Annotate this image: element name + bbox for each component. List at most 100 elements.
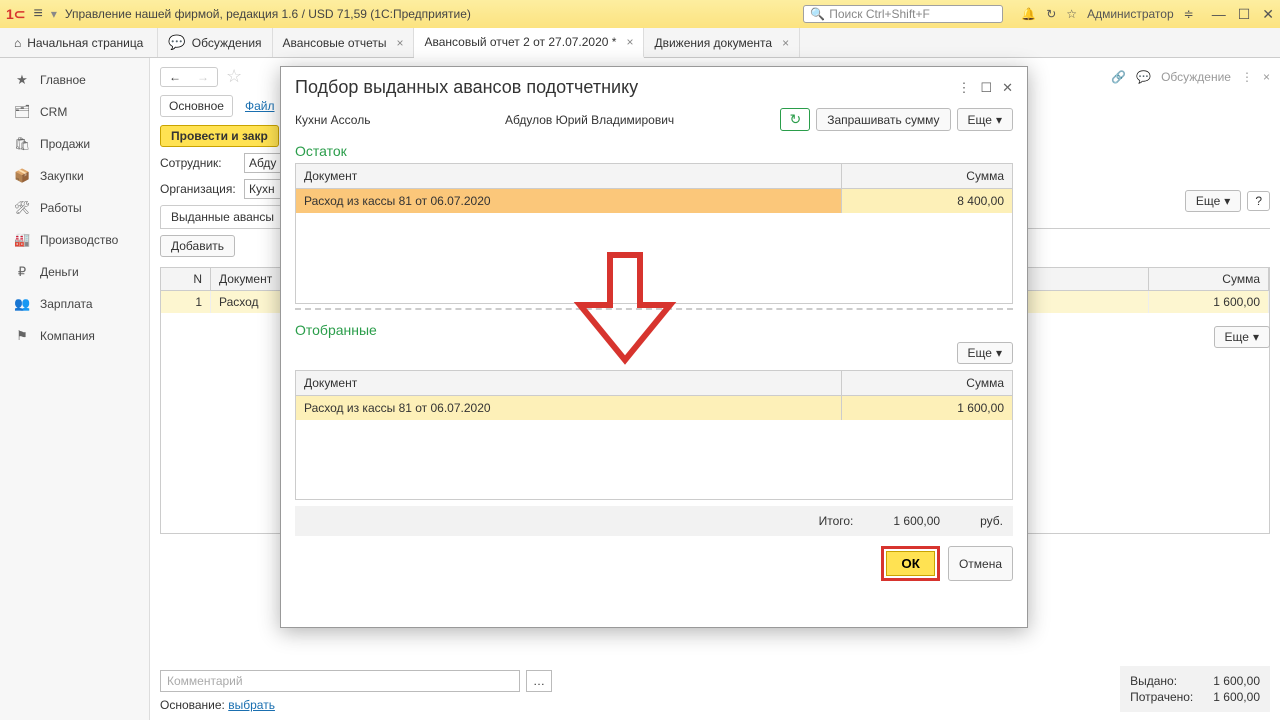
home-icon: ⌂ [14,36,21,50]
tab-advance-report-2[interactable]: Авансовый отчет 2 от 27.07.2020 * × [414,28,644,58]
more-label: Еще [968,113,992,127]
org-label: Организация: [160,182,238,196]
cell-sum: 8 400,00 [842,189,1012,213]
forward-icon[interactable]: → [189,68,217,86]
history-icon[interactable]: ↻ [1046,7,1056,21]
dropdown-icon[interactable]: ▾ [51,7,57,21]
link-icon[interactable]: 🔗 [1111,70,1126,84]
col-doc: Документ [296,371,842,395]
user-label[interactable]: Администратор [1087,7,1174,21]
tabstrip: ⌂ Начальная страница 💬 Обсуждения Авансо… [0,28,1280,58]
modal-select-advances: Подбор выданных авансов подотчетнику ⋮ ☐… [280,66,1028,628]
menu-icon[interactable]: ≡ [34,5,43,23]
close-icon[interactable]: ✕ [1262,6,1274,23]
tab-discussions[interactable]: 💬 Обсуждения [158,28,272,57]
global-search[interactable]: 🔍 Поиск Ctrl+Shift+F [803,5,1003,23]
star-icon[interactable]: ☆ [1066,7,1077,21]
search-icon: 🔍 [810,7,825,21]
help-button[interactable]: ? [1247,191,1270,211]
tab-doc-movements[interactable]: Движения документа × [644,28,800,57]
tab-advance-reports[interactable]: Авансовые отчеты × [273,28,415,57]
subtab-advances[interactable]: Выданные авансы [160,205,285,228]
tab-label: Обсуждения [192,36,262,50]
issued-label: Выдано: [1130,674,1177,688]
favorite-icon[interactable]: ☆ [226,66,242,87]
comment-more-button[interactable]: … [526,670,552,692]
more-button[interactable]: Еще ▾ [957,342,1013,364]
more-label: Еще [968,346,992,360]
sidebar-label: Деньги [40,265,79,279]
sidebar-item-works[interactable]: 🛠Работы [0,192,149,224]
maximize-icon[interactable]: ☐ [1238,6,1251,23]
tab-label: Авансовый отчет 2 от 27.07.2020 * [424,35,616,49]
sidebar-item-salary[interactable]: 👥Зарплата [0,288,149,320]
add-button[interactable]: Добавить [160,235,235,257]
sidebar-label: Компания [40,329,95,343]
basis-label: Основание: [160,698,225,712]
bell-icon[interactable]: 🔔 [1021,7,1036,21]
sidebar-item-main[interactable]: ★Главное [0,64,149,96]
ok-button[interactable]: ОК [886,551,935,576]
col-doc: Документ [296,164,842,188]
search-placeholder: Поиск Ctrl+Shift+F [829,7,930,21]
tab-close-icon[interactable]: × [782,36,789,50]
app-logo: 1⊂ [6,6,26,23]
employee-label: Сотрудник: [160,156,238,170]
more-button[interactable]: Еще ▾ [1214,326,1270,348]
tab-home-label: Начальная страница [27,36,143,50]
cell-sum: 1 600,00 [842,396,1012,420]
crm-icon: 🗂 [14,104,30,120]
request-sum-button[interactable]: Запрашивать сумму [816,108,950,131]
sidebar-label: Зарплата [40,297,93,311]
close-icon[interactable]: ✕ [1002,80,1013,96]
cell-doc: Расход из кассы 81 от 06.07.2020 [296,396,842,420]
more-button[interactable]: Еще ▾ [1185,190,1241,212]
filter-icon[interactable]: ≑ [1184,7,1194,21]
factory-icon: 🏭 [14,232,30,248]
maximize-icon[interactable]: ☐ [980,80,992,96]
sidebar-item-money[interactable]: ₽ Деньги [0,256,149,288]
modal-title: Подбор выданных авансов подотчетнику [295,77,957,98]
post-close-button[interactable]: Провести и закр [160,125,279,147]
total-row: Итого: 1 600,00 руб. [295,506,1013,536]
col-sum: Сумма [842,164,1012,188]
flag-icon: ⚑ [14,328,30,344]
totals-box: Выдано:1 600,00 Потрачено:1 600,00 [1120,666,1270,712]
tab-home[interactable]: ⌂ Начальная страница [0,28,158,57]
sidebar-item-sales[interactable]: 🛍Продажи [0,128,149,160]
comment-input[interactable]: Комментарий [160,670,520,692]
close-icon[interactable]: × [1263,70,1270,84]
cancel-button[interactable]: Отмена [948,546,1013,581]
total-value: 1 600,00 [893,514,940,528]
link-files[interactable]: Файл [245,99,275,113]
balance-table: Документ Сумма Расход из кассы 81 от 06.… [295,163,1013,304]
sidebar-label: Продажи [40,137,90,151]
more-button[interactable]: Еще ▾ [957,108,1013,131]
sidebar-item-purchases[interactable]: 📦Закупки [0,160,149,192]
spent-label: Потрачено: [1130,690,1193,704]
chat-icon[interactable]: 💬 [1136,70,1151,84]
sidebar-item-crm[interactable]: 🗂CRM [0,96,149,128]
sidebar-item-production[interactable]: 🏭Производство [0,224,149,256]
nav-arrows: ← → [160,67,218,87]
tools-icon: 🛠 [14,200,30,216]
tab-close-icon[interactable]: × [396,36,403,50]
tab-close-icon[interactable]: × [626,35,633,49]
table-row[interactable]: Расход из кассы 81 от 06.07.2020 1 600,0… [296,396,1012,420]
more-icon[interactable]: ⋮ [1241,70,1253,84]
discuss-label[interactable]: Обсуждение [1161,70,1231,84]
cell-sum: 1 600,00 [1149,291,1269,313]
basis-link[interactable]: выбрать [228,698,275,712]
spent-value: 1 600,00 [1213,690,1260,704]
more-icon[interactable]: ⋮ [957,80,970,96]
refresh-button[interactable]: ↻ [780,108,810,131]
ruble-icon: ₽ [14,264,30,280]
minimize-icon[interactable]: — [1212,6,1226,23]
back-icon[interactable]: ← [161,68,189,86]
selected-table: Документ Сумма Расход из кассы 81 от 06.… [295,370,1013,500]
col-sum: Сумма [1149,268,1269,290]
table-row[interactable]: Расход из кассы 81 от 06.07.2020 8 400,0… [296,189,1012,213]
sidebar-item-company[interactable]: ⚑ Компания [0,320,149,352]
star-icon: ★ [14,72,30,88]
link-main[interactable]: Основное [160,95,233,117]
